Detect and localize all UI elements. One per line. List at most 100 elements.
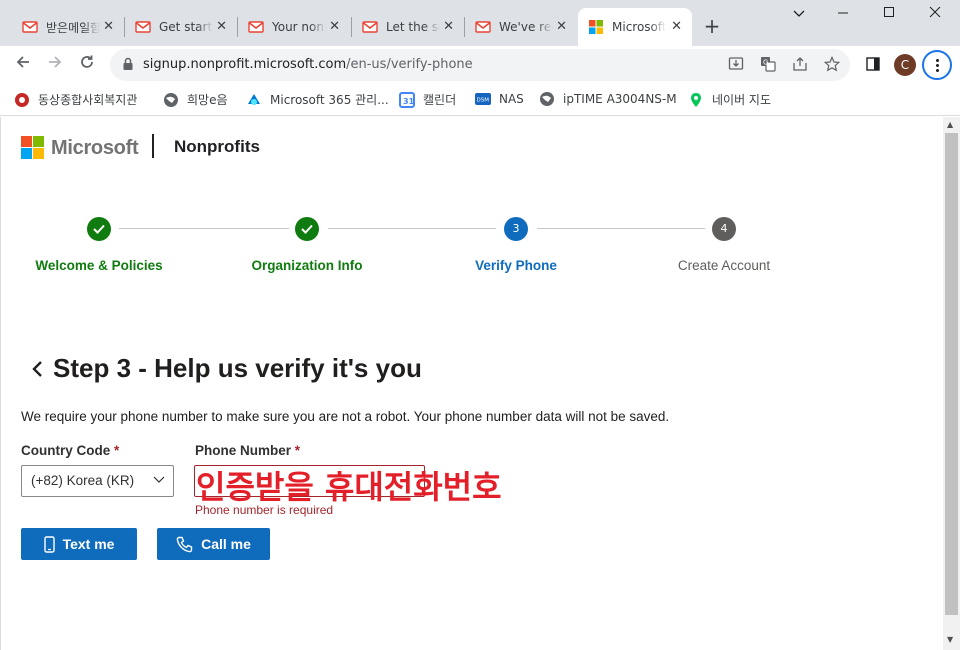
bookmark-dongsang[interactable]: 동상종합사회복지관	[14, 91, 137, 108]
tab-label: Your nonprofit	[272, 20, 326, 34]
country-code-value: (+82) Korea (KR)	[31, 473, 135, 488]
microsoft-icon	[589, 20, 603, 34]
bookmark-m365-admin[interactable]: Microsoft 365 관리...	[246, 91, 389, 108]
minimize-button[interactable]	[828, 6, 858, 26]
url-host: signup.nonprofit.microsoft.com	[143, 57, 347, 72]
reload-button[interactable]	[76, 54, 98, 76]
bookmark-label: 캘린더	[423, 93, 457, 107]
m365-admin-icon	[248, 93, 260, 105]
stepper-connector	[537, 228, 705, 229]
text-me-label: Text me	[62, 536, 115, 552]
close-icon[interactable]: ✕	[671, 19, 682, 35]
page-description: We require your phone number to make sur…	[21, 409, 670, 424]
brand-name[interactable]: Microsoft	[51, 137, 139, 160]
share-button[interactable]	[791, 56, 809, 74]
install-app-button[interactable]	[727, 56, 745, 74]
lock-icon	[123, 57, 133, 70]
svg-text:DSM: DSM	[477, 98, 490, 104]
phone-number-label: Phone Number *	[195, 443, 300, 458]
flower-icon	[15, 92, 29, 107]
step-4-circle: 4	[712, 217, 736, 241]
profile-avatar[interactable]: C	[894, 54, 916, 76]
header-divider	[152, 134, 154, 158]
step-2-check-icon	[295, 217, 319, 241]
step-1-check-icon	[87, 217, 111, 241]
close-icon[interactable]: ✕	[443, 19, 454, 35]
new-tab-button[interactable]: +	[702, 14, 722, 38]
bookmark-hope-e-eum[interactable]: 희망e음	[163, 91, 228, 108]
close-icon[interactable]: ✕	[329, 19, 340, 35]
gmail-icon	[475, 21, 491, 33]
gmail-icon	[362, 21, 378, 33]
tab-search-button[interactable]	[784, 6, 814, 26]
bookmark-label: Microsoft 365 관리...	[270, 93, 389, 107]
minimize-icon	[838, 12, 848, 14]
call-me-button[interactable]: Call me	[157, 528, 270, 560]
arrow-left-icon	[16, 56, 29, 68]
scrollbar-thumb[interactable]	[945, 133, 958, 615]
back-step-button[interactable]	[31, 360, 43, 382]
naver-map-icon	[691, 92, 701, 107]
scroll-down-arrow-icon[interactable]: ▼	[947, 635, 953, 644]
microsoft-logo-icon	[21, 136, 44, 159]
page-scrollbar[interactable]: ▲ ▼	[943, 117, 960, 650]
close-icon[interactable]: ✕	[216, 19, 227, 35]
address-bar[interactable]: signup.nonprofit.microsoft.com/en-us/ver…	[110, 49, 850, 81]
back-button[interactable]	[12, 54, 34, 76]
url-text: signup.nonprofit.microsoft.com/en-us/ver…	[143, 57, 473, 72]
bookmark-naver-map[interactable]: 네이버 지도	[688, 91, 771, 108]
tab-strip: 받은메일함 ✕ Get started ✕ Your nonprofit ✕ L…	[0, 0, 960, 46]
step-3-label: Verify Phone	[475, 258, 557, 273]
call-me-label: Call me	[201, 536, 251, 552]
reload-icon	[81, 55, 93, 68]
text-me-button[interactable]: Text me	[21, 528, 137, 560]
country-code-select[interactable]: (+82) Korea (KR)	[21, 465, 174, 497]
annotation-overlay: 인증받을 휴대전화번호	[196, 468, 502, 506]
share-icon	[793, 57, 807, 71]
bookmark-star-button[interactable]	[823, 56, 841, 74]
gmail-icon	[135, 21, 151, 33]
phone-icon	[176, 536, 193, 552]
bookmark-label: 동상종합사회복지관	[38, 93, 138, 107]
bookmark-label: NAS	[499, 92, 524, 106]
gmail-icon	[22, 21, 38, 33]
window-close-button[interactable]	[920, 6, 950, 26]
bookmark-calendar[interactable]: 31 캘린더	[399, 91, 456, 108]
step-1-label: Welcome & Policies	[35, 258, 163, 273]
forward-button[interactable]	[44, 54, 66, 76]
side-panel-button[interactable]	[864, 57, 882, 75]
tab-label: 받은메일함	[46, 20, 100, 35]
bookmark-nas[interactable]: DSM NAS	[475, 91, 524, 107]
tab-inbox[interactable]: 받은메일함 ✕	[12, 8, 124, 46]
translate-button[interactable]: G	[759, 56, 777, 74]
browser-menu-button[interactable]	[922, 50, 952, 80]
stepper-connector	[119, 228, 289, 229]
step-4-label: Create Account	[677, 258, 771, 273]
section-name[interactable]: Nonprofits	[174, 137, 260, 157]
tab-get-started[interactable]: Get started ✕	[125, 8, 237, 46]
chevron-down-icon	[793, 10, 805, 17]
browser-toolbar: signup.nonprofit.microsoft.com/en-us/ver…	[0, 46, 960, 84]
country-code-label: Country Code *	[21, 443, 119, 458]
tab-we-have-received[interactable]: We've received ✕	[465, 8, 577, 46]
svg-text:31: 31	[403, 97, 415, 106]
phone-error-message: Phone number is required	[195, 503, 334, 517]
close-icon[interactable]: ✕	[556, 19, 567, 35]
close-icon[interactable]: ✕	[103, 19, 114, 35]
globe-icon	[164, 92, 178, 107]
chevron-left-icon	[32, 361, 42, 377]
scroll-up-arrow-icon[interactable]: ▲	[947, 120, 953, 129]
bookmark-label: 희망e음	[187, 93, 228, 107]
tab-let-the-setup[interactable]: Let the setup ✕	[352, 8, 464, 46]
country-code-label-text: Country Code	[21, 443, 111, 458]
tab-your-nonprofit[interactable]: Your nonprofit ✕	[238, 8, 350, 46]
bookmark-iptime[interactable]: ipTIME A3004NS-M	[539, 91, 677, 107]
page-title: Step 3 - Help us verify it's you	[53, 353, 422, 383]
google-calendar-icon: 31	[399, 91, 415, 108]
globe-icon	[540, 92, 554, 106]
tab-microsoft-active[interactable]: Microsoft ✕	[578, 8, 692, 46]
url-path: /en-us/verify-phone	[346, 57, 473, 72]
bookmarks-bar: 동상종합사회복지관 희망e음 Microsoft 365 관리... 31 캘린…	[0, 84, 960, 116]
maximize-button[interactable]	[874, 6, 904, 26]
tab-label: Microsoft	[612, 20, 666, 34]
